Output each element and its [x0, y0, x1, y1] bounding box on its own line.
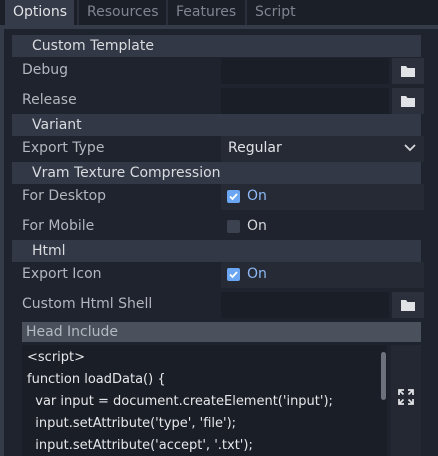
for-mobile-checkbox[interactable] [227, 220, 240, 233]
property-label-export-icon: Export Icon [22, 266, 102, 282]
tab-bar: Options Resources Features Script [0, 0, 438, 25]
code-line: var input = document.createElement('inpu… [27, 394, 333, 409]
property-label-for-mobile: For Mobile [22, 218, 95, 234]
tab-label: Options [13, 4, 68, 20]
custom-html-shell-path-field[interactable] [221, 292, 389, 318]
debug-path-field[interactable] [221, 58, 389, 84]
tab-label: Resources [87, 4, 159, 20]
expand-editor-button[interactable] [391, 345, 421, 456]
property-label-for-desktop: For Desktop [22, 188, 107, 204]
tab-script[interactable]: Script [247, 0, 303, 25]
tab-label: Features [176, 4, 237, 20]
check-icon [229, 271, 238, 279]
debug-browse-button[interactable] [392, 58, 424, 84]
property-label-debug: Debug [22, 62, 69, 78]
folder-icon [401, 96, 415, 107]
folder-icon [401, 300, 415, 311]
code-line: input.setAttribute('type', 'file'); [27, 416, 237, 431]
options-panel: Custom Template Debug Release Variant Ex… [0, 25, 438, 456]
for-desktop-checkbox[interactable] [227, 190, 240, 203]
export-icon-checkbox[interactable] [227, 268, 240, 281]
expand-icon [398, 389, 414, 405]
section-vram-texture-compression[interactable]: Vram Texture Compression [12, 162, 421, 184]
export-icon-state-text: On [247, 266, 267, 282]
section-variant[interactable]: Variant [12, 114, 421, 136]
release-browse-button[interactable] [392, 88, 424, 114]
code-editor-scrollbar[interactable] [381, 352, 386, 400]
property-label-export-type: Export Type [22, 140, 105, 156]
check-icon [229, 193, 238, 201]
inspector-area: Custom Template Debug Release Variant Ex… [4, 29, 438, 456]
property-label-head-include: Head Include [22, 322, 421, 342]
custom-html-shell-browse-button[interactable] [392, 292, 424, 318]
section-custom-template[interactable]: Custom Template [12, 35, 421, 57]
export-type-value: Regular [228, 140, 282, 156]
for-mobile-state-text: On [247, 218, 267, 234]
property-label-release: Release [22, 92, 77, 108]
tab-options[interactable]: Options [5, 0, 74, 25]
code-line: input.setAttribute('accept', '.txt'); [27, 438, 253, 453]
for-desktop-state-text: On [247, 188, 267, 204]
tab-label: Script [255, 4, 296, 20]
release-path-field[interactable] [221, 88, 389, 114]
property-label-custom-html-shell: Custom Html Shell [22, 296, 153, 312]
chevron-down-icon [404, 144, 416, 152]
code-line: <script> [27, 350, 86, 365]
folder-icon [401, 66, 415, 77]
tab-features[interactable]: Features [168, 0, 244, 25]
head-include-code-editor[interactable]: <script> function loadData() { var input… [22, 345, 387, 456]
code-line: function loadData() { [27, 372, 166, 387]
section-html[interactable]: Html [12, 240, 421, 262]
tab-resources[interactable]: Resources [79, 0, 165, 25]
